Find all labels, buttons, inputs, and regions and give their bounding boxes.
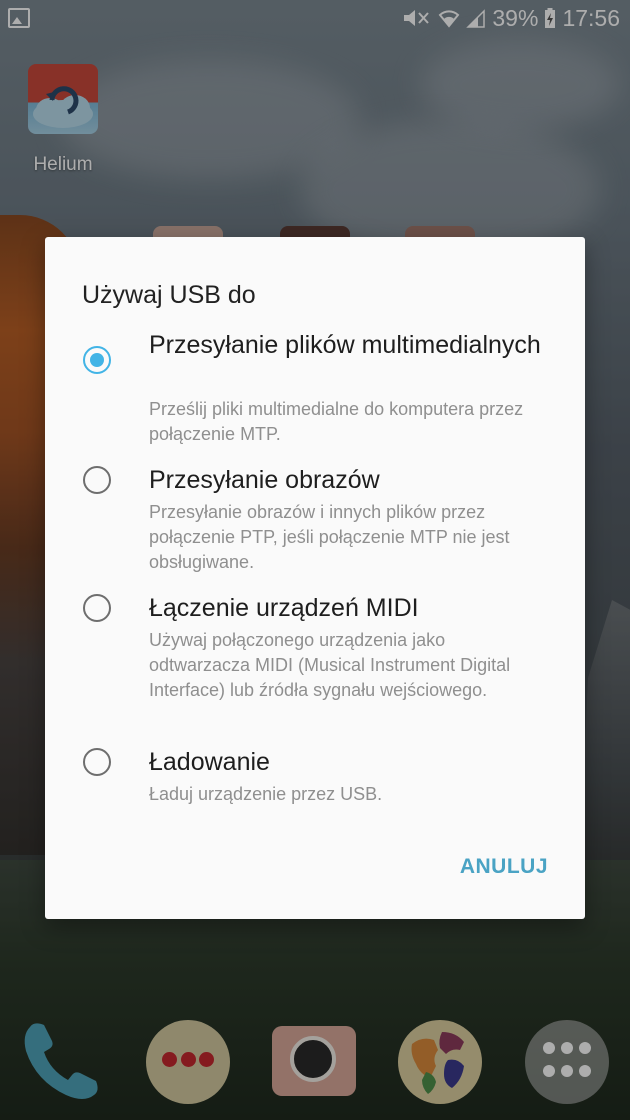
option-description: Ładuj urządzenie przez USB.	[149, 784, 383, 804]
cancel-button[interactable]: ANULUJ	[460, 855, 548, 879]
option-media-transfer[interactable]: Przesyłanie plików multimedialnych Prześ…	[45, 329, 585, 449]
radio-button[interactable]	[83, 466, 111, 494]
dialog-title: Używaj USB do	[82, 281, 256, 309]
option-title: Ładowanie	[149, 748, 270, 776]
option-title: Przesyłanie obrazów	[149, 466, 380, 494]
radio-button[interactable]	[83, 748, 111, 776]
option-charging[interactable]: Ładowanie Ładuj urządzenie przez USB.	[45, 746, 585, 810]
usb-mode-dialog: Używaj USB do Przesyłanie plików multime…	[45, 237, 585, 919]
option-midi[interactable]: Łączenie urządzeń MIDI Używaj połączoneg…	[45, 592, 585, 732]
option-photo-transfer[interactable]: Przesyłanie obrazów Przesyłanie obrazów …	[45, 464, 585, 576]
option-description: Przesyłanie obrazów i innych plików prze…	[149, 502, 510, 572]
radio-button[interactable]	[83, 594, 111, 622]
radio-button-checked[interactable]	[83, 346, 111, 374]
option-title: Łączenie urządzeń MIDI	[149, 594, 419, 622]
option-description: Używaj połączonego urządzenia jako odtwa…	[149, 630, 511, 700]
option-description: Prześlij pliki multimedialne do komputer…	[149, 399, 524, 444]
option-title: Przesyłanie plików multimedialnych	[149, 331, 541, 359]
